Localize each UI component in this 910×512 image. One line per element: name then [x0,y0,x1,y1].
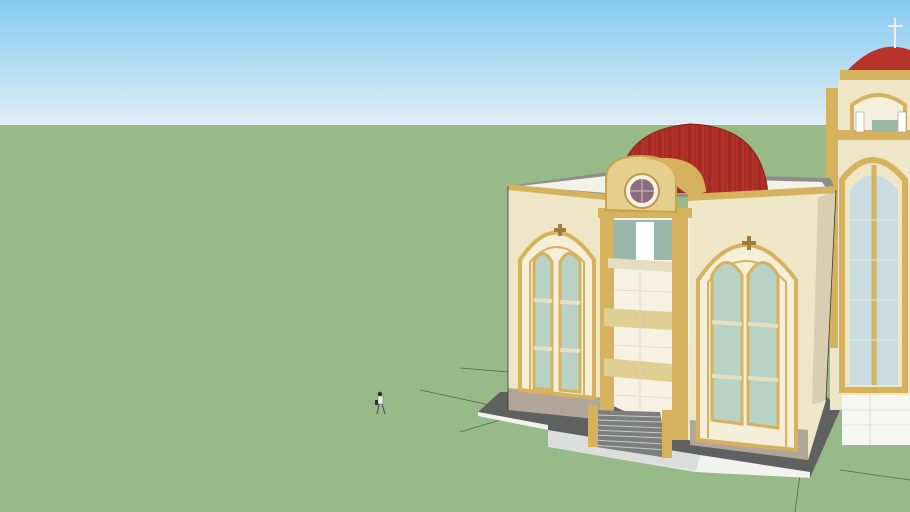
bell-tower [826,18,910,445]
sky [0,0,910,126]
3d-viewport[interactable] [0,0,910,512]
scene-canvas[interactable] [0,0,910,512]
